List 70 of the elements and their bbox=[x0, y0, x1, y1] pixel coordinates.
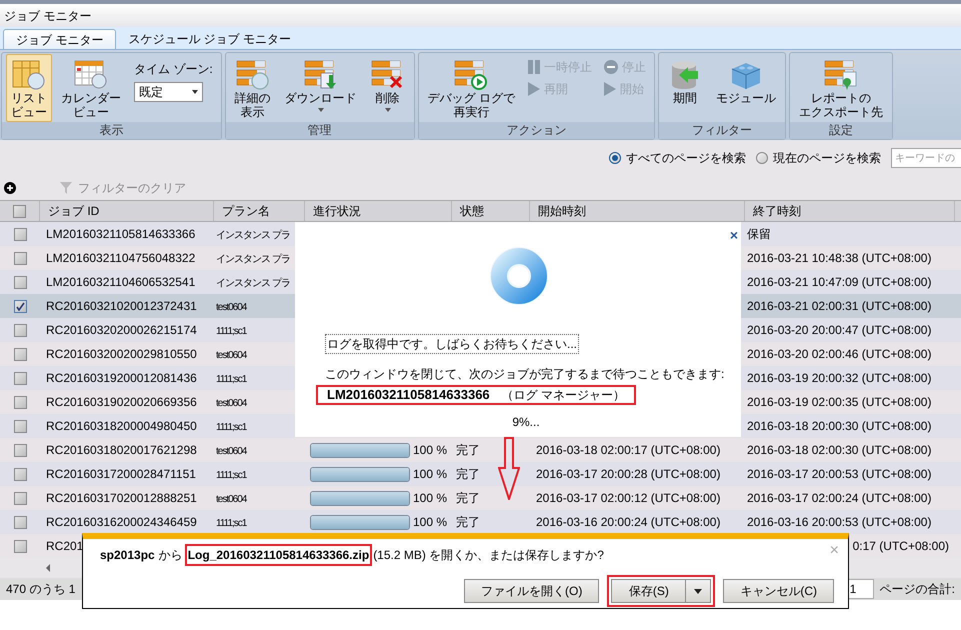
source-text: sp2013pc bbox=[100, 547, 155, 564]
table-cell: LM20160321104756048322 bbox=[46, 251, 196, 265]
table-cell: 2016-03-20 02:00:46 (UTC+08:00) bbox=[747, 347, 932, 361]
table-cell: 2016-03-17 20:00:28 (UTC+08:00) bbox=[536, 467, 720, 481]
record-summary: 470 のうち 1 bbox=[6, 581, 76, 598]
table-cell: 2016-03-18 02:00:30 (UTC+08:00) bbox=[747, 443, 932, 457]
table-cell: 2016-03-17 20:00:53 (UTC+08:00) bbox=[747, 467, 932, 481]
group-label: アクション bbox=[418, 122, 654, 139]
progress-reading: 100 % bbox=[412, 490, 447, 507]
table-cell: 2016-03-19 02:00:35 (UTC+08:00) bbox=[747, 395, 932, 409]
table-cell: 1111;sc1 bbox=[216, 374, 246, 385]
close-hint: このウィンドウを閉じて、次のジョブが完了するまで待つこともできます: bbox=[325, 366, 724, 383]
table-cell: test0604 bbox=[216, 494, 246, 505]
page-total-label: ページの合計: bbox=[880, 581, 955, 598]
table-cell: RC20160316200024346459 bbox=[46, 515, 197, 529]
table-cell: 2016-03-18 02:00:17 (UTC+08:00) bbox=[536, 443, 720, 457]
table-cell: 2016-03-19 20:00:32 (UTC+08:00) bbox=[747, 371, 932, 385]
loading-message: ログを取得中です。しばらくお待ちください... bbox=[325, 334, 580, 354]
table-cell: RC20160321020012372431 bbox=[46, 299, 197, 313]
table-cell: 2016-03-16 20:00:24 (UTC+08:00) bbox=[536, 515, 720, 529]
group-label: 表示 bbox=[2, 122, 221, 139]
table-cell: インスタンス プラ bbox=[216, 230, 290, 241]
table-cell: 1111;sc1 bbox=[216, 326, 246, 337]
download-question: (15.2 MB) を開くか、または保存しますか? bbox=[373, 547, 604, 564]
from-text: から bbox=[158, 547, 183, 564]
progress-reading: 100 % bbox=[412, 466, 447, 483]
table-cell: 1111;sc1 bbox=[216, 470, 246, 481]
table-cell: 完了 bbox=[456, 443, 480, 457]
table-cell: 1111;sc1 bbox=[216, 422, 246, 433]
table-cell: RC20160318200004980450 bbox=[46, 419, 197, 433]
table-cell-text: 0:17 (UTC+08:00) bbox=[852, 538, 949, 555]
table-cell: 1111;sc1 bbox=[216, 518, 246, 529]
table-cell: test0604 bbox=[216, 446, 246, 457]
table-cell: RC20160317200028471151 bbox=[46, 467, 196, 481]
table-cell: 2016-03-17 02:00:12 (UTC+08:00) bbox=[536, 491, 720, 505]
table-cell: RC20160317020012888251 bbox=[46, 491, 197, 505]
table-cell: RC20160319020020669356 bbox=[46, 395, 197, 409]
group-label: 管理 bbox=[226, 122, 414, 139]
table-cell: RC201 bbox=[46, 539, 84, 553]
job-label: LM20160321105814633366 （ログ マネージャー） bbox=[316, 385, 636, 405]
group-label: フィルター bbox=[659, 122, 786, 139]
table-cell: 2016-03-21 02:00:31 (UTC+08:00) bbox=[747, 299, 932, 313]
table-cell: 2016-03-16 20:00:53 (UTC+08:00) bbox=[747, 515, 932, 529]
progress-text: 9%... bbox=[512, 414, 540, 431]
time-zone-label: タイム ゾーン: bbox=[134, 61, 213, 78]
table-cell: test0604 bbox=[216, 350, 246, 361]
table-cell: test0604 bbox=[216, 398, 246, 409]
table-cell: RC20160318020017621298 bbox=[46, 443, 197, 457]
table-cell: RC20160319200012081436 bbox=[46, 371, 197, 385]
progress-reading: 100 % bbox=[412, 442, 447, 459]
file-name: Log_20160321105814633366.zip bbox=[184, 544, 372, 566]
table-cell: 完了 bbox=[456, 515, 480, 529]
table-cell: 完了 bbox=[456, 467, 480, 481]
table-cell: RC20160320020029810550 bbox=[46, 347, 197, 361]
table-cell: 2016-03-21 10:48:38 (UTC+08:00) bbox=[747, 251, 932, 265]
table-cell: 2016-03-21 10:47:09 (UTC+08:00) bbox=[747, 275, 932, 289]
table-cell: 保留 bbox=[747, 227, 771, 241]
table-cell: LM20160321104606532541 bbox=[46, 275, 196, 289]
table-cell: test0604 bbox=[216, 302, 246, 313]
group-label: 設定 bbox=[790, 122, 892, 139]
window-title: ジョブ モニター bbox=[4, 8, 92, 24]
table-cell: LM20160321105814633366 bbox=[46, 227, 196, 241]
progress-reading: 100 % bbox=[412, 514, 447, 531]
table-cell: 2016-03-18 20:00:30 (UTC+08:00) bbox=[747, 419, 932, 433]
table-cell: RC20160320200026215174 bbox=[46, 323, 197, 337]
table-cell: 完了 bbox=[456, 491, 480, 505]
table-cell: インスタンス プラ bbox=[216, 254, 290, 265]
table-cell: 2016-03-17 02:00:24 (UTC+08:00) bbox=[747, 491, 932, 505]
table-cell: 2016-03-20 20:00:47 (UTC+08:00) bbox=[747, 323, 932, 337]
table-cell: インスタンス プラ bbox=[216, 278, 290, 289]
